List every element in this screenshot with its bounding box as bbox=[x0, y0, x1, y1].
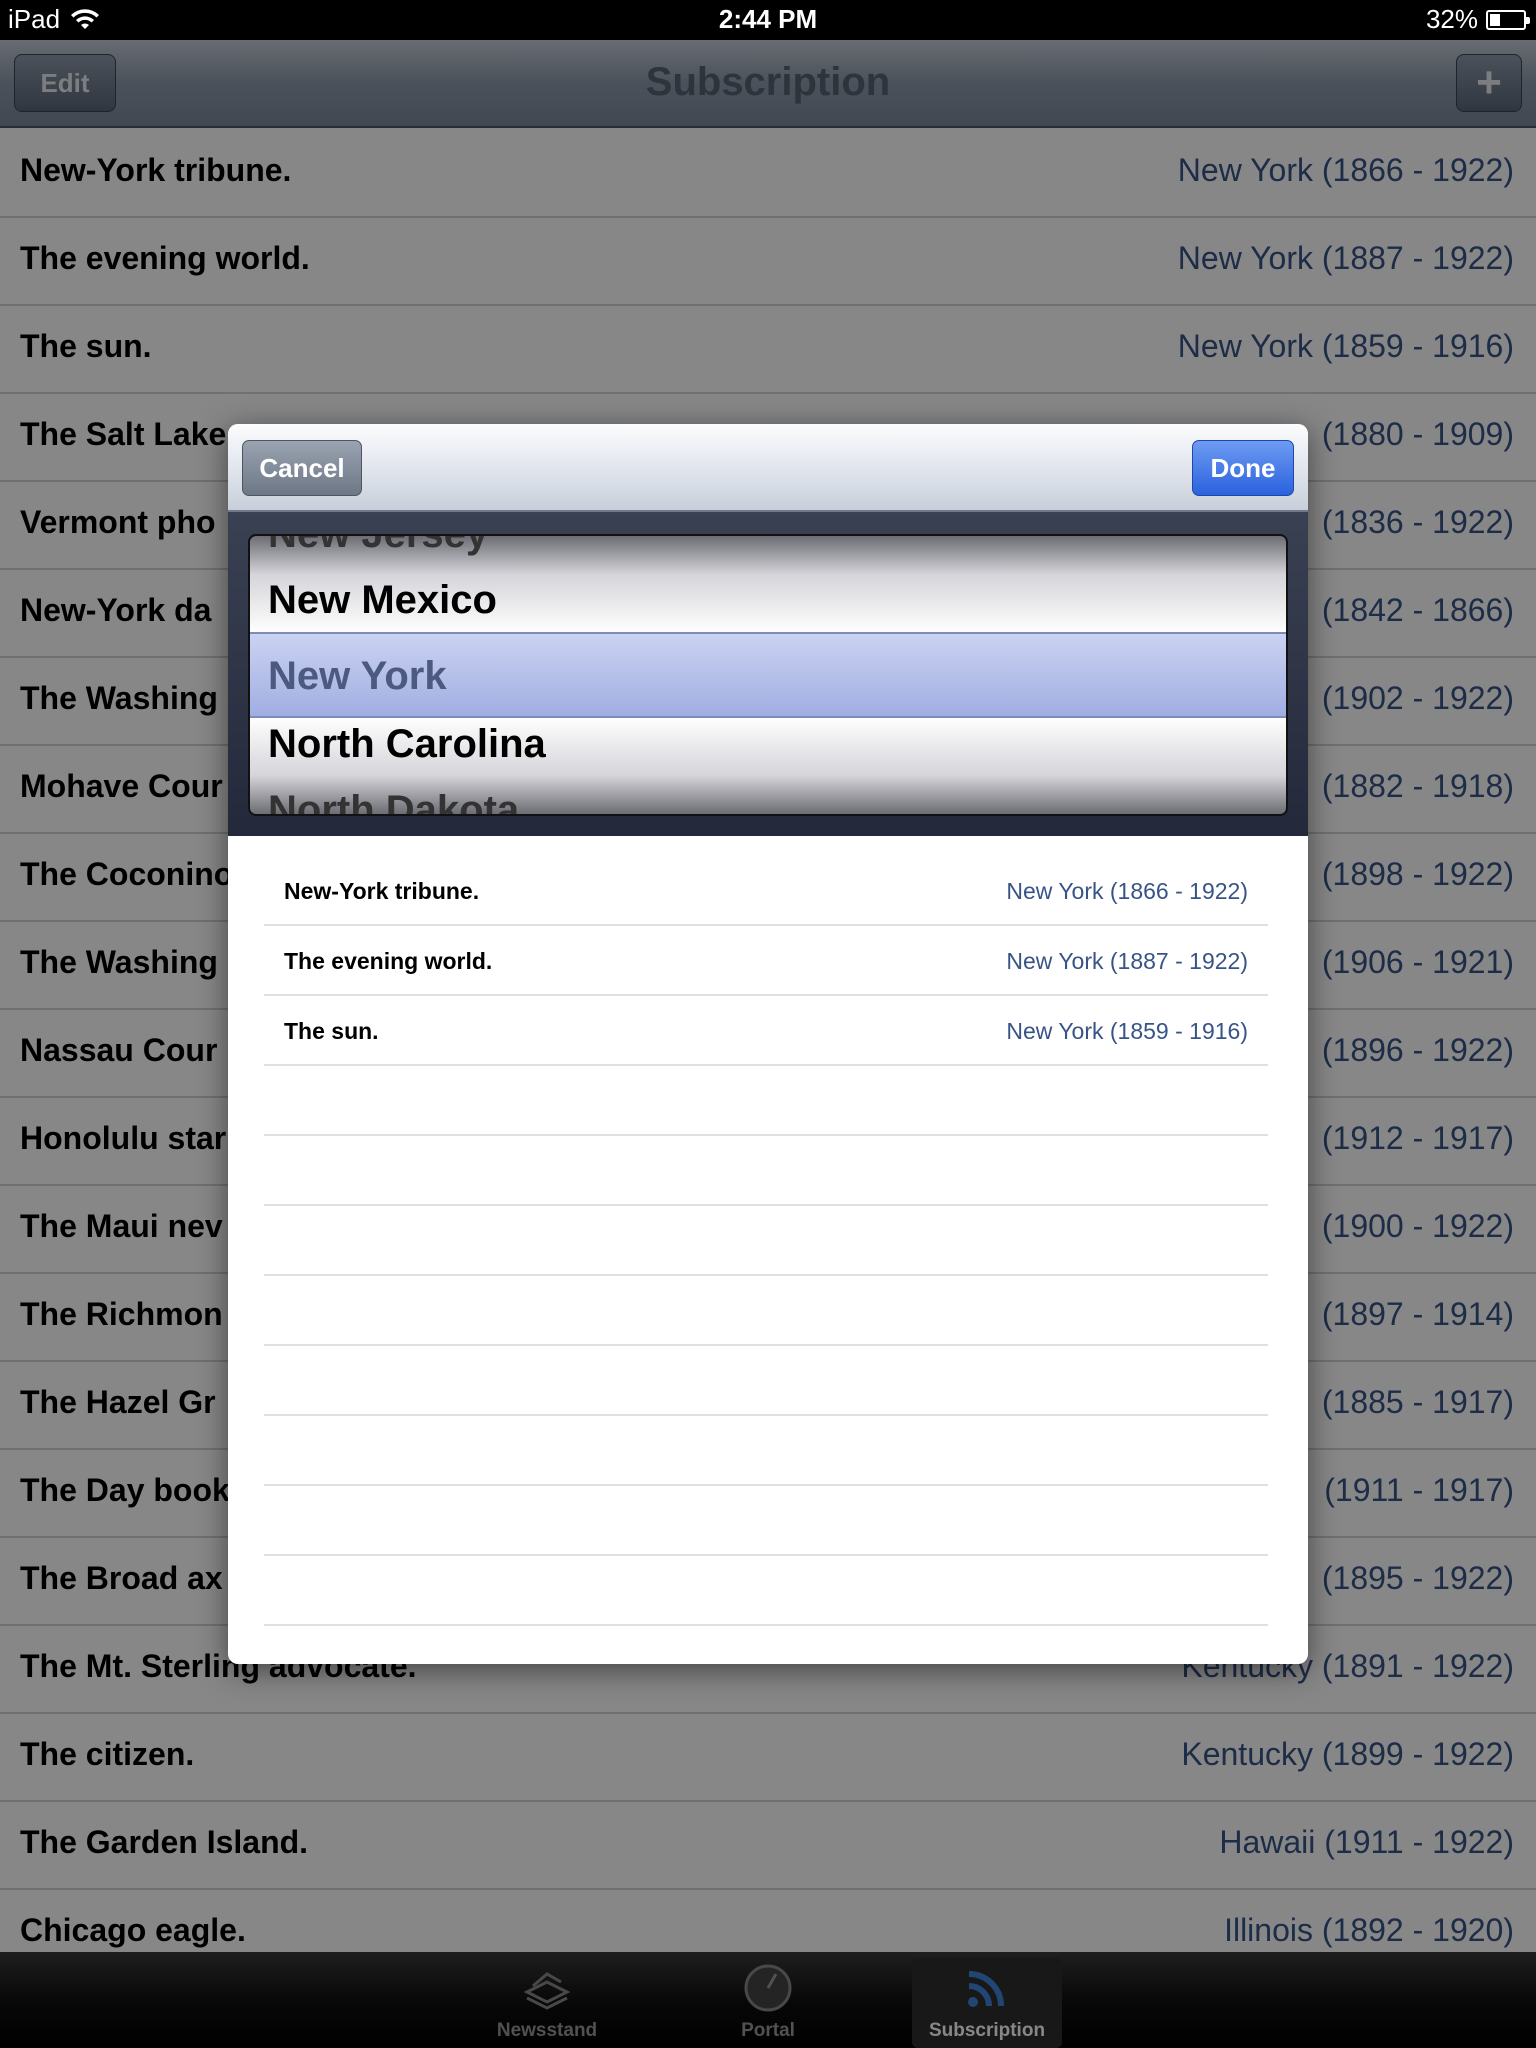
empty-row bbox=[264, 1416, 1268, 1486]
picker-frame: New Jersey New Mexico New York North Car… bbox=[228, 512, 1308, 836]
battery-icon bbox=[1486, 9, 1530, 30]
result-row[interactable]: The evening world. New York (1887 - 1922) bbox=[264, 926, 1268, 996]
result-row[interactable]: The sun. New York (1859 - 1916) bbox=[264, 996, 1268, 1066]
empty-row bbox=[264, 1346, 1268, 1416]
done-button[interactable]: Done bbox=[1192, 440, 1294, 496]
result-place: New York (1887 - 1922) bbox=[1006, 948, 1248, 974]
empty-row bbox=[264, 1066, 1268, 1136]
picker-option[interactable]: North Carolina bbox=[268, 708, 546, 780]
empty-row bbox=[264, 1136, 1268, 1206]
result-title: New-York tribune. bbox=[284, 878, 480, 904]
picker-selection-band: New York bbox=[250, 632, 1286, 718]
empty-row bbox=[264, 1276, 1268, 1346]
result-row[interactable]: New-York tribune. New York (1866 - 1922) bbox=[264, 856, 1268, 926]
result-title: The evening world. bbox=[284, 948, 493, 974]
empty-row bbox=[264, 1556, 1268, 1626]
state-picker-wheel[interactable]: New Jersey New Mexico New York North Car… bbox=[248, 534, 1288, 816]
cancel-button[interactable]: Cancel bbox=[242, 440, 362, 496]
status-right: 32% bbox=[1425, 4, 1530, 35]
empty-row bbox=[264, 1486, 1268, 1556]
modal-toolbar: Cancel Done bbox=[228, 424, 1308, 512]
result-title: The sun. bbox=[284, 1018, 379, 1044]
picker-option[interactable]: New Mexico bbox=[268, 564, 497, 636]
battery-fill bbox=[1490, 13, 1501, 26]
result-place: New York (1859 - 1916) bbox=[1006, 1018, 1248, 1044]
results-list: New-York tribune. New York (1866 - 1922) T… bbox=[264, 856, 1268, 1626]
picker-option[interactable]: North Dakota bbox=[268, 774, 519, 814]
clock-time: 2:44 PM bbox=[718, 4, 818, 34]
battery-percent: 32% bbox=[1425, 4, 1478, 34]
picker-selected-option[interactable]: New York bbox=[268, 640, 447, 712]
empty-row bbox=[264, 1206, 1268, 1276]
status-bar: iPad 2:44 PM 32% bbox=[0, 0, 1536, 40]
state-picker-modal: Cancel Done New Jersey New Mexico New Yo… bbox=[228, 424, 1308, 1664]
result-place: New York (1866 - 1922) bbox=[1006, 878, 1248, 904]
